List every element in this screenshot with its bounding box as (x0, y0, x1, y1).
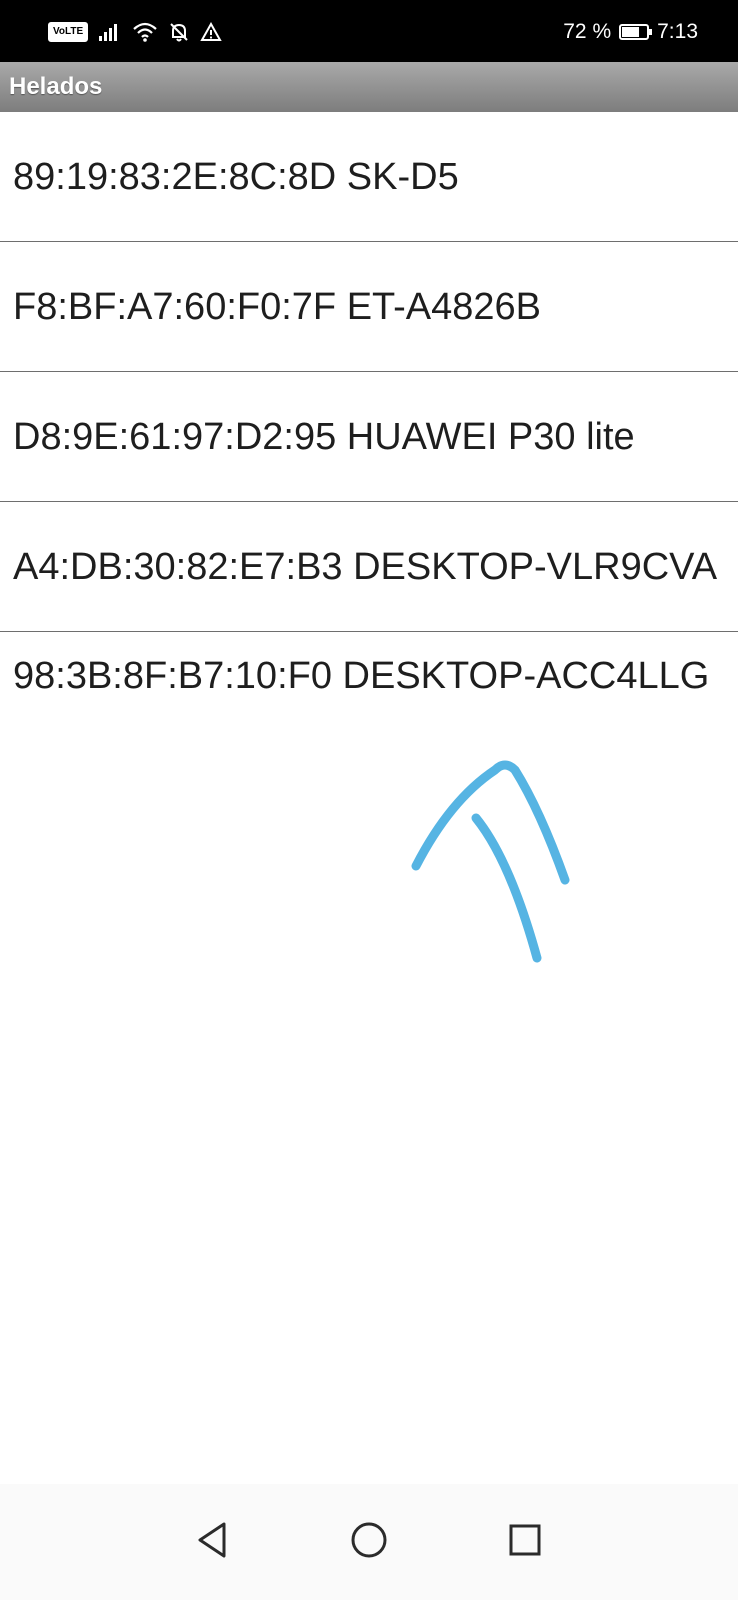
back-button[interactable] (182, 1510, 242, 1570)
device-label: F8:BF:A7:60:F0:7F ET-A4826B (13, 285, 542, 328)
battery-level (622, 27, 640, 37)
volte-icon: VoLTE (48, 22, 89, 42)
app-title: Helados (9, 73, 103, 100)
device-label: A4:DB:30:82:E7:B3 DESKTOP-VLR9CVA (13, 545, 718, 588)
device-list: 89:19:83:2E:8C:8D SK-D5 F8:BF:A7:60:F0:7… (0, 112, 738, 762)
navigation-bar (0, 1484, 738, 1600)
battery-percent: 72 % (563, 20, 612, 43)
notifications-off-icon (170, 23, 188, 42)
battery-icon (619, 24, 653, 40)
list-item[interactable]: 98:3B:8F:B7:10:F0 DESKTOP-ACC4LLG (0, 632, 738, 762)
list-item[interactable]: D8:9E:61:97:D2:95 HUAWEI P30 lite (0, 372, 738, 502)
device-label: 89:19:83:2E:8C:8D SK-D5 (13, 155, 459, 198)
clock: 7:13 (657, 20, 698, 43)
recents-button[interactable] (495, 1510, 555, 1570)
recents-icon (509, 1524, 541, 1556)
status-bar: VoLTE 72 % 7:13 (0, 0, 738, 62)
signal-icon (99, 24, 118, 41)
home-icon (351, 1522, 387, 1558)
list-item[interactable]: A4:DB:30:82:E7:B3 DESKTOP-VLR9CVA (0, 502, 738, 632)
status-icons-right: 72 % 7:13 (563, 18, 698, 46)
app-bar: Helados (0, 62, 738, 112)
home-button[interactable] (339, 1510, 399, 1570)
wifi-icon (133, 22, 157, 42)
warning-icon (200, 22, 222, 41)
device-label: D8:9E:61:97:D2:95 HUAWEI P30 lite (13, 415, 635, 458)
list-item[interactable]: F8:BF:A7:60:F0:7F ET-A4826B (0, 242, 738, 372)
device-label: 98:3B:8F:B7:10:F0 DESKTOP-ACC4LLG (13, 655, 710, 697)
back-icon (198, 1522, 226, 1558)
list-item[interactable]: 89:19:83:2E:8C:8D SK-D5 (0, 112, 738, 242)
status-icons-left: VoLTE (48, 20, 222, 44)
